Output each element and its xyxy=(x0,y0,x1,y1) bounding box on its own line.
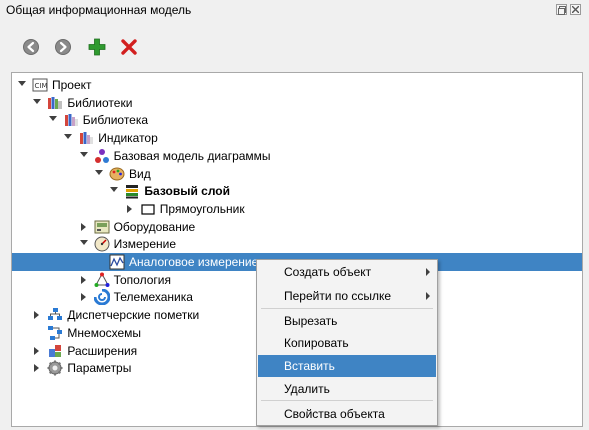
tree-item[interactable]: Индикатор xyxy=(12,129,582,147)
arrow-right-icon xyxy=(55,39,71,55)
tree-item-label: Прямоугольник xyxy=(159,201,245,216)
collapse-arrow-icon[interactable] xyxy=(33,98,42,104)
menu-item-label: Вставить xyxy=(284,359,335,373)
tree-item[interactable]: CIM Проект xyxy=(12,76,582,94)
collapse-arrow-icon[interactable] xyxy=(18,81,26,86)
menu-separator xyxy=(261,400,433,401)
submenu-arrow-icon xyxy=(426,292,430,300)
library-icon xyxy=(64,114,78,127)
collapse-arrow-icon[interactable] xyxy=(79,240,88,246)
menu-item[interactable]: Вырезать xyxy=(258,310,436,332)
collapse-arrow-icon[interactable] xyxy=(79,151,88,157)
expand-arrow-icon[interactable] xyxy=(34,346,40,355)
diagram-model-icon xyxy=(94,148,109,163)
mnemonic-icon xyxy=(48,325,63,340)
menu-item[interactable]: Создать объект xyxy=(258,261,436,283)
expand-arrow-icon[interactable] xyxy=(80,275,86,284)
float-panel-button[interactable] xyxy=(556,4,567,15)
expand-arrow-icon[interactable] xyxy=(80,293,86,302)
library-icon xyxy=(80,132,94,145)
collapse-arrow-icon[interactable] xyxy=(95,169,103,175)
rectangle-icon xyxy=(141,204,155,215)
tree-item[interactable]: Прямоугольник xyxy=(12,200,582,218)
tree-item-label: Мнемосхемы xyxy=(67,325,142,340)
gauge-icon xyxy=(94,236,110,252)
collapse-arrow-icon[interactable] xyxy=(64,134,73,140)
expand-arrow-icon[interactable] xyxy=(126,204,132,213)
tree-item-label: Диспетчерские пометки xyxy=(67,308,200,323)
tree-item-label: Вид xyxy=(129,166,151,181)
tree-item-label: Телемеханика xyxy=(113,290,193,305)
tree-item[interactable]: Библиотеки xyxy=(12,94,582,112)
menu-separator xyxy=(261,308,433,309)
tree-item[interactable]: Базовая модель диаграммы xyxy=(12,147,582,165)
gear-icon xyxy=(47,360,63,376)
menu-item[interactable]: Перейти по ссылке xyxy=(258,285,436,307)
menu-item[interactable]: Удалить xyxy=(258,378,436,400)
menu-item-label: Создать объект xyxy=(284,265,372,279)
tree-item-label: Измерение xyxy=(113,237,176,252)
add-button[interactable] xyxy=(88,38,106,56)
tree-item-label: Аналоговое измерение xyxy=(129,255,259,269)
topology-icon xyxy=(94,272,110,287)
menu-item[interactable]: Копировать xyxy=(258,332,436,354)
tree-item[interactable]: Вид xyxy=(12,165,582,183)
expand-arrow-icon[interactable] xyxy=(34,311,40,320)
palette-icon xyxy=(109,167,125,180)
tree-item-label: Базовая модель диаграммы xyxy=(113,148,271,163)
equipment-icon xyxy=(94,220,110,234)
collapse-arrow-icon[interactable] xyxy=(110,187,119,193)
arrow-left-icon xyxy=(23,39,39,55)
menu-item[interactable]: Свойства объекта xyxy=(258,403,436,425)
svg-text:CIM: CIM xyxy=(35,82,48,90)
tree-item[interactable]: Базовый слой xyxy=(12,182,582,200)
panel-title: Общая информационная модель xyxy=(6,3,192,17)
submenu-arrow-icon xyxy=(426,268,430,276)
libraries-icon xyxy=(48,96,63,109)
tree-item[interactable]: Оборудование xyxy=(12,218,582,236)
tree-item-label: Библиотеки xyxy=(67,95,133,110)
tree-item[interactable]: Библиотека xyxy=(12,111,582,129)
close-panel-button[interactable] xyxy=(570,4,581,15)
expand-arrow-icon[interactable] xyxy=(80,222,86,231)
toolbar xyxy=(0,34,300,60)
menu-item-label: Вырезать xyxy=(284,314,338,328)
menu-item-label: Копировать xyxy=(284,336,349,350)
delete-button[interactable] xyxy=(120,38,138,56)
tree-item-label: Библиотека xyxy=(82,113,149,128)
layers-icon xyxy=(126,185,139,199)
tree-item-label: Базовый слой xyxy=(144,184,231,199)
expand-arrow-icon[interactable] xyxy=(34,364,40,373)
menu-item-label: Свойства объекта xyxy=(284,407,385,421)
tree-item-label: Проект xyxy=(52,78,92,92)
menu-item[interactable]: Вставить xyxy=(258,355,436,377)
back-button[interactable] xyxy=(22,38,40,56)
extensions-icon xyxy=(49,344,62,357)
dispatch-marks-icon xyxy=(48,308,63,321)
cim-icon: CIM xyxy=(32,78,48,92)
plus-icon xyxy=(88,38,106,56)
menu-item-label: Удалить xyxy=(284,382,330,396)
tree-item[interactable]: Измерение xyxy=(12,235,582,253)
menu-item-label: Перейти по ссылке xyxy=(284,289,392,303)
tree-item-label: Оборудование xyxy=(113,219,196,234)
panel-titlebar: Общая информационная модель xyxy=(0,0,589,22)
collapse-arrow-icon[interactable] xyxy=(48,116,57,122)
tree-item-label: Расширения xyxy=(67,343,138,358)
tree-item-label: Индикатор xyxy=(98,131,158,146)
context-menu: Создать объект Перейти по ссылке Вырезать К… xyxy=(256,259,438,426)
telemechanics-icon xyxy=(93,289,110,306)
delete-x-icon xyxy=(121,39,137,55)
analog-measure-icon xyxy=(109,254,125,270)
tree-item-label: Параметры xyxy=(67,361,132,376)
forward-button[interactable] xyxy=(54,38,72,56)
tree-item-label: Топология xyxy=(113,272,171,287)
